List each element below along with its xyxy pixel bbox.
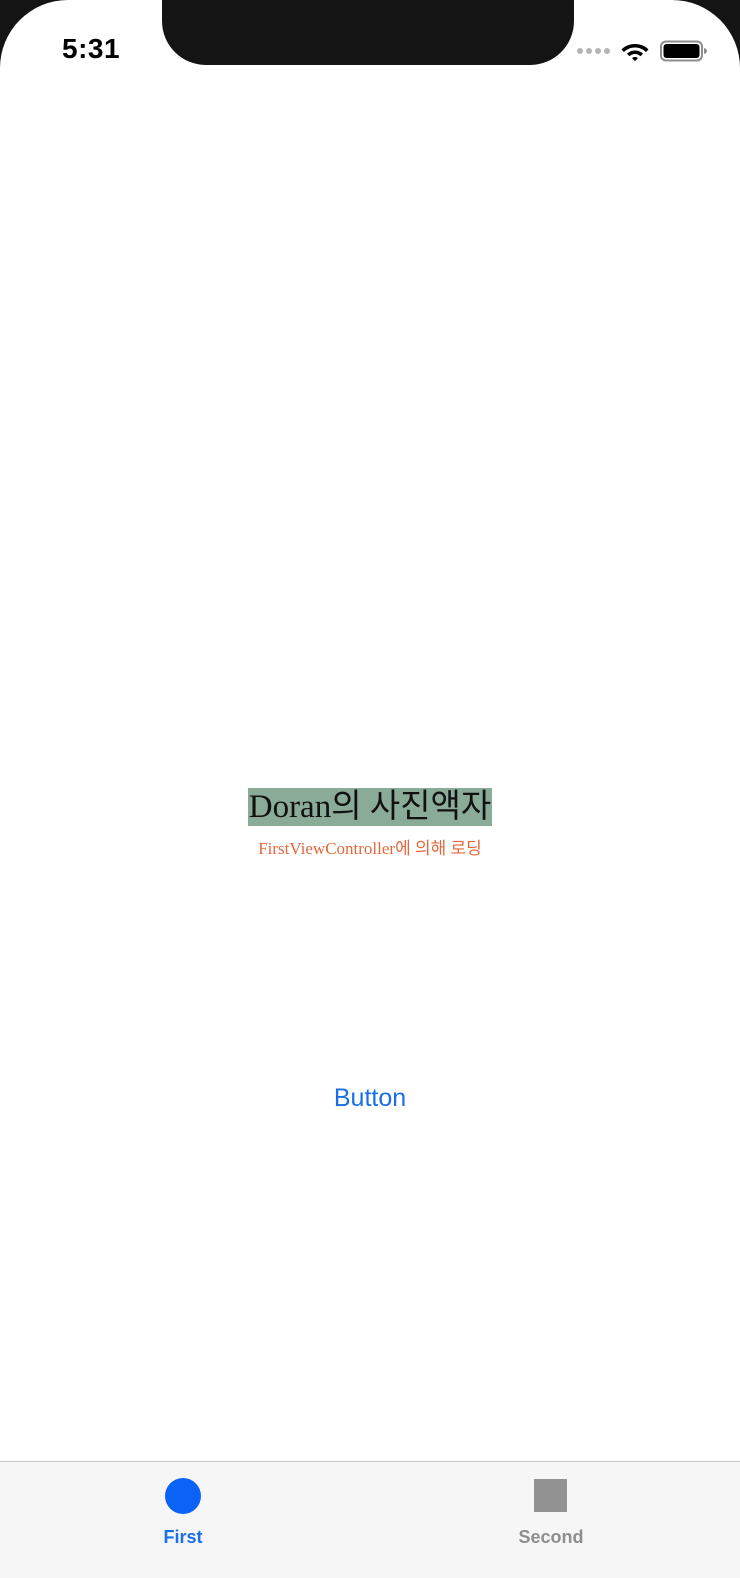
square-icon — [534, 1479, 567, 1512]
title-container: Doran의 사진액자 — [0, 788, 740, 826]
signal-icon — [577, 48, 610, 54]
status-icons — [577, 40, 708, 62]
tab-second[interactable]: Second — [454, 1462, 654, 1562]
tab-first-label: First — [163, 1527, 203, 1547]
page-title: Doran의 사진액자 — [247, 788, 493, 826]
subtitle-label: FirstViewController에 의해 로딩 — [258, 839, 482, 858]
battery-icon — [660, 40, 707, 62]
main-button[interactable]: Button — [300, 1078, 440, 1118]
status-time: 5:31 — [62, 33, 121, 64]
tab-second-label: Second — [518, 1527, 584, 1547]
app-screen: 5:31 Doran의 사진액자 FirstViewController에 의해… — [0, 0, 740, 1578]
tab-first[interactable]: First — [83, 1462, 283, 1562]
wifi-icon — [621, 44, 649, 62]
device-notch — [162, 0, 574, 65]
circle-icon — [165, 1478, 201, 1514]
tab-bar: First Second — [0, 1461, 740, 1578]
